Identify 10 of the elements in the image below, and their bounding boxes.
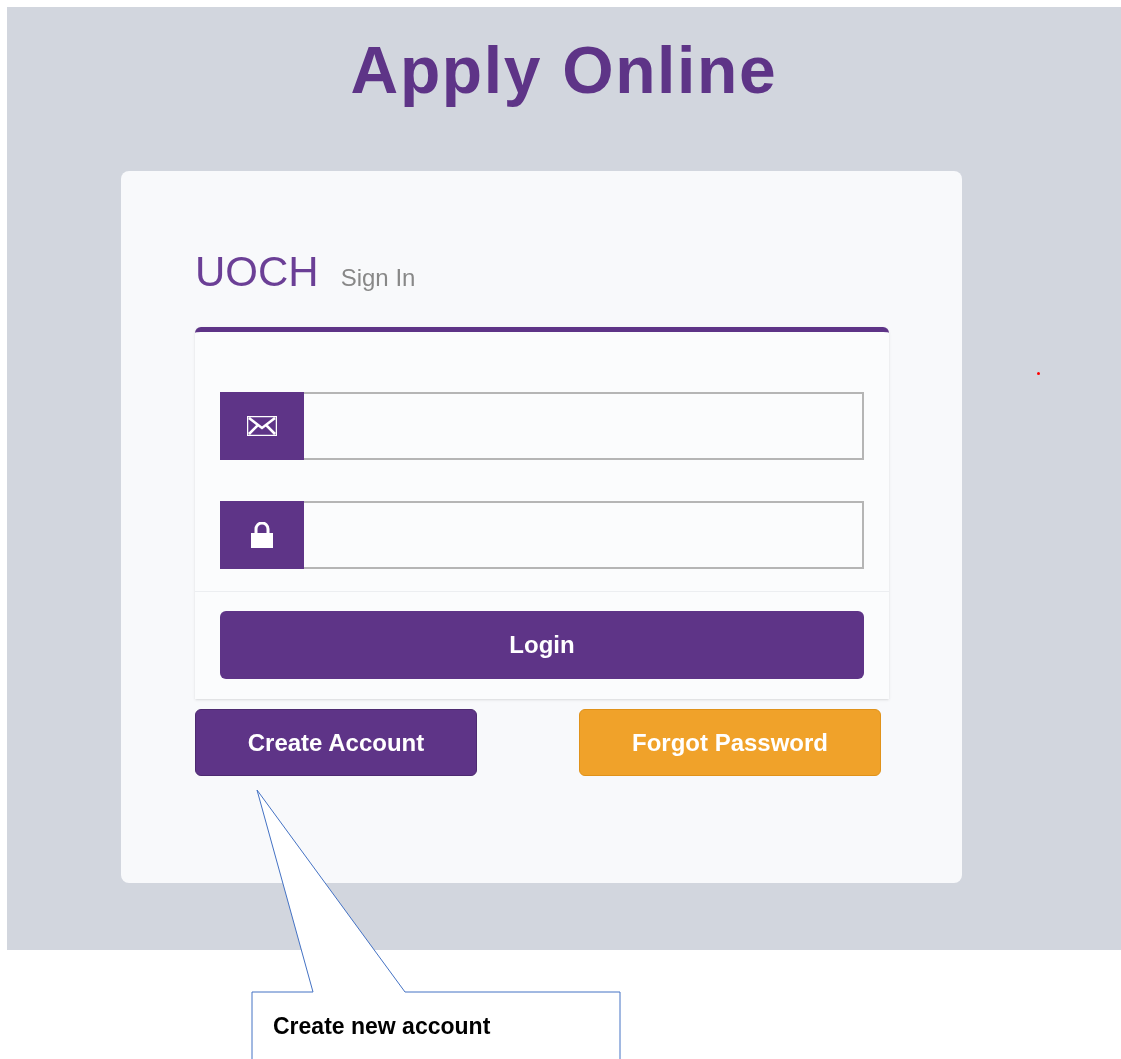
input-field[interactable] [304,392,864,460]
input-field[interactable] [304,501,864,569]
lock-icon [251,522,273,548]
brand-heading: UOCH [195,251,319,293]
create-account-button[interactable]: Create Account [195,709,477,776]
envelope-icon [247,416,277,436]
sign-in-subtitle: Sign In [340,266,416,290]
callout-text: Create new account [273,1012,491,1041]
login-button[interactable]: Login [220,611,864,679]
dot-mark [1037,372,1040,375]
